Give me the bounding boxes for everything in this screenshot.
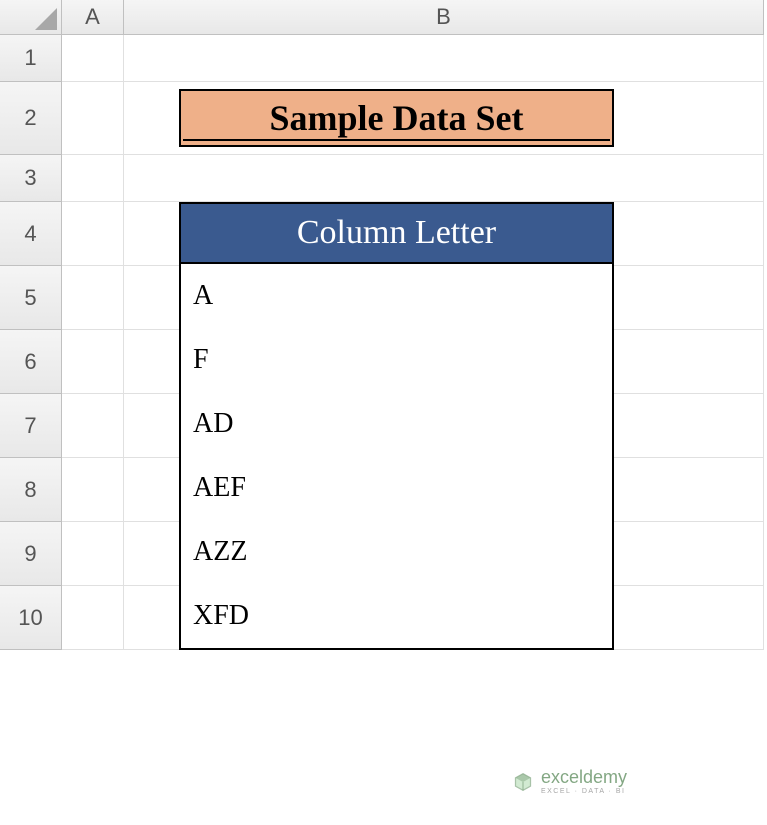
- cell-b8[interactable]: AEF: [124, 458, 764, 522]
- cell-b1[interactable]: [124, 35, 764, 82]
- data-value: AEF: [193, 472, 246, 504]
- cell-b5[interactable]: A: [124, 266, 764, 330]
- title-text: Sample Data Set: [270, 97, 524, 139]
- column-header-b[interactable]: B: [124, 0, 764, 35]
- data-cell: AZZ: [179, 520, 614, 586]
- select-all-corner[interactable]: [0, 0, 62, 35]
- cell-a2[interactable]: [62, 82, 124, 155]
- row-header-5[interactable]: 5: [0, 266, 62, 330]
- data-cell: F: [179, 328, 614, 394]
- data-value: XFD: [193, 600, 249, 632]
- cell-a9[interactable]: [62, 522, 124, 586]
- cell-a6[interactable]: [62, 330, 124, 394]
- data-value: A: [193, 280, 213, 312]
- cell-b10[interactable]: XFD: [124, 586, 764, 650]
- cell-a7[interactable]: [62, 394, 124, 458]
- cell-a8[interactable]: [62, 458, 124, 522]
- watermark-sub: EXCEL · DATA · BI: [541, 788, 627, 795]
- table-header: Column Letter: [179, 202, 614, 264]
- row-header-10[interactable]: 10: [0, 586, 62, 650]
- cell-a10[interactable]: [62, 586, 124, 650]
- data-cell: A: [179, 264, 614, 330]
- watermark: exceldemy EXCEL · DATA · BI: [513, 768, 627, 795]
- table-header-text: Column Letter: [297, 214, 496, 252]
- row-header-1[interactable]: 1: [0, 35, 62, 82]
- watermark-main: exceldemy: [541, 768, 627, 786]
- cell-b9[interactable]: AZZ: [124, 522, 764, 586]
- title-underline: [183, 139, 610, 141]
- data-value: AZZ: [193, 536, 247, 568]
- title-box: Sample Data Set: [179, 89, 614, 147]
- row-header-4[interactable]: 4: [0, 202, 62, 266]
- column-header-a[interactable]: A: [62, 0, 124, 35]
- data-cell: AEF: [179, 456, 614, 522]
- data-value: F: [193, 344, 209, 376]
- row-header-3[interactable]: 3: [0, 155, 62, 202]
- watermark-text-wrap: exceldemy EXCEL · DATA · BI: [541, 768, 627, 795]
- cell-b3[interactable]: [124, 155, 764, 202]
- cube-icon: [513, 772, 533, 792]
- data-cell: XFD: [179, 584, 614, 650]
- row-header-8[interactable]: 8: [0, 458, 62, 522]
- cell-b6[interactable]: F: [124, 330, 764, 394]
- cell-a3[interactable]: [62, 155, 124, 202]
- data-value: AD: [193, 408, 233, 440]
- data-cell: AD: [179, 392, 614, 458]
- spreadsheet-grid: A B 1 2 Sample Data Set 3 4 Column Lette…: [0, 0, 767, 650]
- cell-b2[interactable]: Sample Data Set: [124, 82, 764, 155]
- cell-a5[interactable]: [62, 266, 124, 330]
- row-header-6[interactable]: 6: [0, 330, 62, 394]
- cell-a4[interactable]: [62, 202, 124, 266]
- cell-b4[interactable]: Column Letter: [124, 202, 764, 266]
- cell-a1[interactable]: [62, 35, 124, 82]
- cell-b7[interactable]: AD: [124, 394, 764, 458]
- row-header-9[interactable]: 9: [0, 522, 62, 586]
- row-header-2[interactable]: 2: [0, 82, 62, 155]
- row-header-7[interactable]: 7: [0, 394, 62, 458]
